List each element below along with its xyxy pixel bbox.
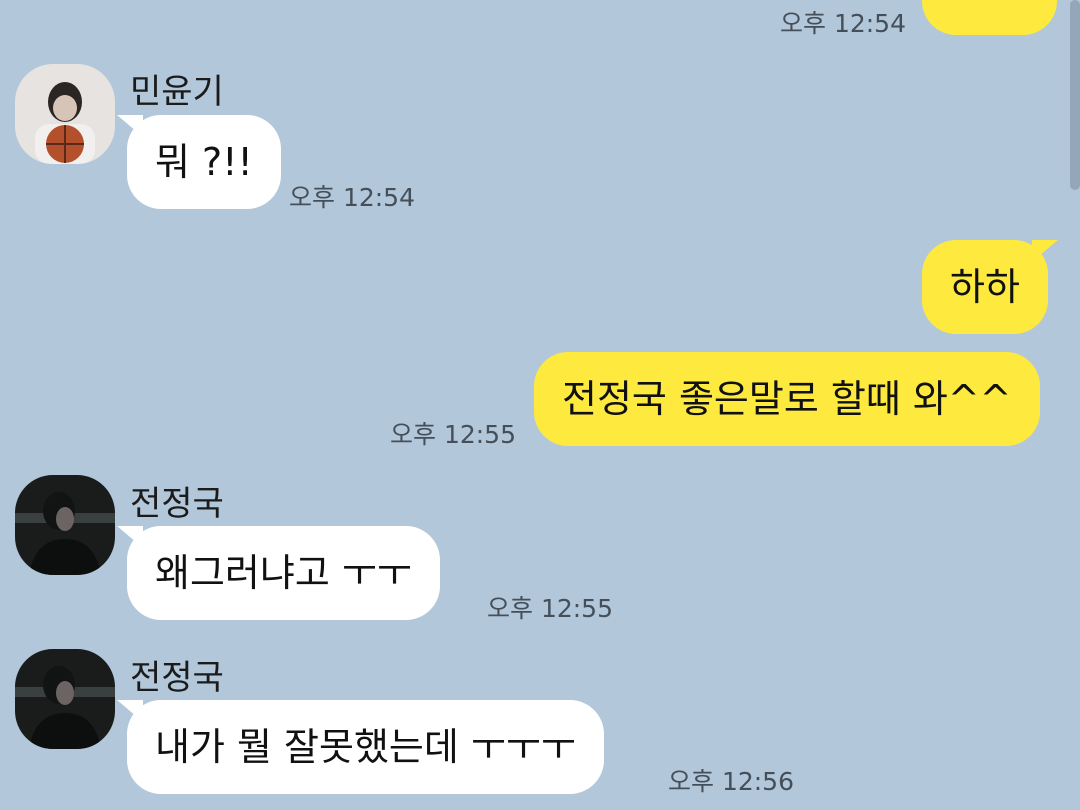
message-timestamp: 오후 12:54 [289,183,415,212]
avatar-photo-dark [15,475,115,575]
message-timestamp: 오후 12:54 [780,9,906,38]
message-timestamp: 오후 12:55 [390,420,516,449]
outgoing-message-bubble-partial[interactable] [922,0,1057,35]
avatar[interactable] [15,64,115,164]
sender-name: 전정국 [130,484,224,524]
incoming-message-bubble[interactable]: 뭐 ?!! [127,115,281,209]
outgoing-message-bubble[interactable]: 전정국 좋은말로 할때 와^^ [534,352,1040,446]
avatar-photo-basketball [15,64,115,164]
avatar-photo-dark [15,649,115,749]
incoming-message-bubble[interactable]: 내가 뭘 잘못했는데 ㅜㅜㅜ [127,700,604,794]
avatar[interactable] [15,649,115,749]
avatar[interactable] [15,475,115,575]
outgoing-message-bubble[interactable]: 하하 [922,240,1048,334]
sender-name: 전정국 [130,658,224,698]
chat-room: 오후 12:54 민윤기 뭐 ?!! 오후 12:54 하하 전정국 좋은말로 … [0,0,1080,810]
scrollbar[interactable] [1070,0,1080,190]
sender-name: 민윤기 [130,72,224,112]
message-timestamp: 오후 12:55 [487,594,613,623]
incoming-message-bubble[interactable]: 왜그러냐고 ㅜㅜ [127,526,440,620]
message-timestamp: 오후 12:56 [668,767,794,796]
